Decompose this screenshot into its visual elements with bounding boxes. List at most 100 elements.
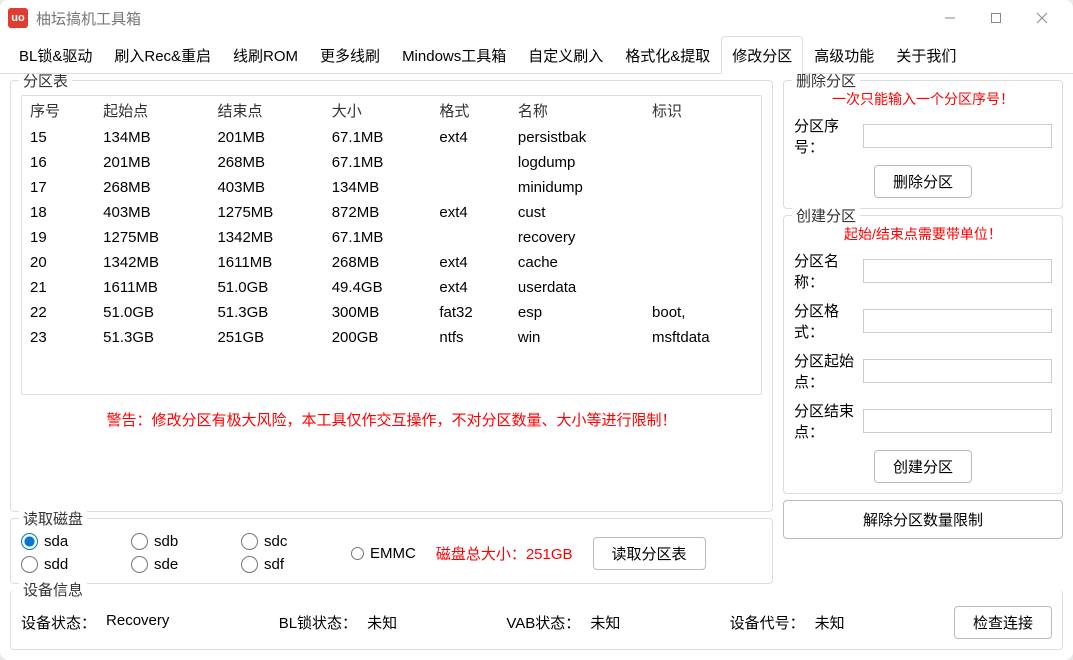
device-info-title: 设备信息: [19, 579, 87, 600]
partition-end-input[interactable]: [863, 409, 1052, 433]
table-cell: [644, 150, 761, 175]
table-cell: 15: [22, 125, 95, 150]
table-row[interactable]: 191275MB1342MB67.1MBrecovery: [22, 225, 761, 250]
disk-size-label: 磁盘总大小：251GB: [436, 543, 573, 564]
maximize-button[interactable]: [973, 2, 1019, 34]
tab-bar: BL锁&驱动刷入Rec&重启线刷ROM更多线刷Mindows工具箱自定义刷入格式…: [0, 36, 1073, 74]
device-status-value: Recovery: [106, 612, 169, 633]
minimize-button[interactable]: [927, 2, 973, 34]
table-cell: 200GB: [324, 325, 432, 350]
read-partition-table-button[interactable]: 读取分区表: [593, 537, 706, 570]
table-cell: 19: [22, 225, 95, 250]
check-connection-button[interactable]: 检查连接: [954, 606, 1052, 639]
table-cell: 1342MB: [209, 225, 323, 250]
table-cell: 251GB: [209, 325, 323, 350]
partition-seq-input[interactable]: [863, 124, 1052, 148]
table-cell: 67.1MB: [324, 125, 432, 150]
table-header: 序号: [22, 96, 95, 125]
table-cell: [431, 225, 510, 250]
table-cell: 268MB: [95, 175, 209, 200]
table-cell: 51.3GB: [95, 325, 209, 350]
table-cell: cache: [510, 250, 644, 275]
device-code-value: 未知: [815, 612, 845, 633]
table-cell: 201MB: [95, 150, 209, 175]
table-cell: [644, 175, 761, 200]
partition-table-scroll[interactable]: 序号起始点结束点大小格式名称标识 15134MB201MB67.1MBext4p…: [21, 95, 762, 395]
table-cell: [644, 200, 761, 225]
radio-sde[interactable]: sde: [131, 556, 221, 573]
table-cell: 300MB: [324, 300, 432, 325]
tab-0[interactable]: BL锁&驱动: [8, 36, 103, 74]
table-cell: msftdata: [644, 325, 761, 350]
partition-format-label: 分区格式：: [794, 300, 857, 342]
table-row[interactable]: 2251.0GB51.3GB300MBfat32espboot,: [22, 300, 761, 325]
delete-partition-hint: 一次只能输入一个分区序号！: [794, 89, 1052, 109]
table-cell: [644, 250, 761, 275]
table-header: 标识: [644, 96, 761, 125]
tab-2[interactable]: 线刷ROM: [222, 36, 309, 74]
table-row[interactable]: 16201MB268MB67.1MBlogdump: [22, 150, 761, 175]
table-cell: 20: [22, 250, 95, 275]
table-cell: userdata: [510, 275, 644, 300]
table-cell: esp: [510, 300, 644, 325]
table-row[interactable]: 2351.3GB251GB200GBntfswinmsftdata: [22, 325, 761, 350]
table-cell: [431, 175, 510, 200]
create-partition-group: 创建分区 起始/结束点需要带单位！ 分区名称： 分区格式： 分区起始点： 分区结…: [783, 215, 1063, 494]
table-cell: 67.1MB: [324, 150, 432, 175]
table-cell: [644, 225, 761, 250]
close-button[interactable]: [1019, 2, 1065, 34]
table-cell: fat32: [431, 300, 510, 325]
tab-3[interactable]: 更多线刷: [309, 36, 391, 74]
table-cell: 134MB: [324, 175, 432, 200]
table-cell: 268MB: [209, 150, 323, 175]
table-cell: 403MB: [209, 175, 323, 200]
tab-6[interactable]: 格式化&提取: [614, 36, 721, 74]
radio-sdf[interactable]: sdf: [241, 556, 331, 573]
table-cell: 18: [22, 200, 95, 225]
table-cell: 1342MB: [95, 250, 209, 275]
table-cell: 1611MB: [209, 250, 323, 275]
unlock-partition-limit-button[interactable]: 解除分区数量限制: [783, 500, 1063, 539]
tab-1[interactable]: 刷入Rec&重启: [103, 36, 222, 74]
tab-7[interactable]: 修改分区: [721, 36, 803, 74]
table-cell: cust: [510, 200, 644, 225]
radio-sdd[interactable]: sdd: [21, 556, 111, 573]
bl-status-value: 未知: [367, 612, 397, 633]
partition-start-input[interactable]: [863, 359, 1052, 383]
table-cell: 49.4GB: [324, 275, 432, 300]
table-row[interactable]: 201342MB1611MB268MBext4cache: [22, 250, 761, 275]
table-cell: boot,: [644, 300, 761, 325]
partition-format-input[interactable]: [863, 309, 1052, 333]
table-cell: 268MB: [324, 250, 432, 275]
table-row[interactable]: 15134MB201MB67.1MBext4persistbak: [22, 125, 761, 150]
partition-end-label: 分区结束点：: [794, 400, 857, 442]
table-row[interactable]: 211611MB51.0GB49.4GBext4userdata: [22, 275, 761, 300]
table-cell: 23: [22, 325, 95, 350]
partition-name-input[interactable]: [863, 259, 1052, 283]
delete-partition-group: 删除分区 一次只能输入一个分区序号！ 分区序号： 删除分区: [783, 80, 1063, 209]
app-icon: uo: [8, 8, 28, 28]
table-cell: 403MB: [95, 200, 209, 225]
table-cell: 1275MB: [95, 225, 209, 250]
table-cell: 201MB: [209, 125, 323, 150]
device-status-label: 设备状态：: [21, 612, 96, 633]
tab-9[interactable]: 关于我们: [885, 36, 967, 74]
tab-5[interactable]: 自定义刷入: [517, 36, 614, 74]
table-header: 大小: [324, 96, 432, 125]
table-row[interactable]: 18403MB1275MB872MBext4cust: [22, 200, 761, 225]
delete-partition-button[interactable]: 删除分区: [874, 165, 972, 198]
table-cell: persistbak: [510, 125, 644, 150]
create-partition-button[interactable]: 创建分区: [874, 450, 972, 483]
tab-8[interactable]: 高级功能: [803, 36, 885, 74]
tab-4[interactable]: Mindows工具箱: [391, 36, 517, 74]
radio-sdb[interactable]: sdb: [131, 533, 221, 550]
partition-table: 序号起始点结束点大小格式名称标识 15134MB201MB67.1MBext4p…: [22, 96, 761, 350]
radio-sda[interactable]: sda: [21, 533, 111, 550]
table-row[interactable]: 17268MB403MB134MBminidump: [22, 175, 761, 200]
device-code-label: 设备代号：: [730, 612, 805, 633]
radio-emmc[interactable]: EMMC: [351, 545, 416, 562]
radio-sdc[interactable]: sdc: [241, 533, 331, 550]
vab-status-label: VAB状态：: [506, 612, 580, 633]
table-cell: ext4: [431, 250, 510, 275]
table-cell: 51.0GB: [209, 275, 323, 300]
